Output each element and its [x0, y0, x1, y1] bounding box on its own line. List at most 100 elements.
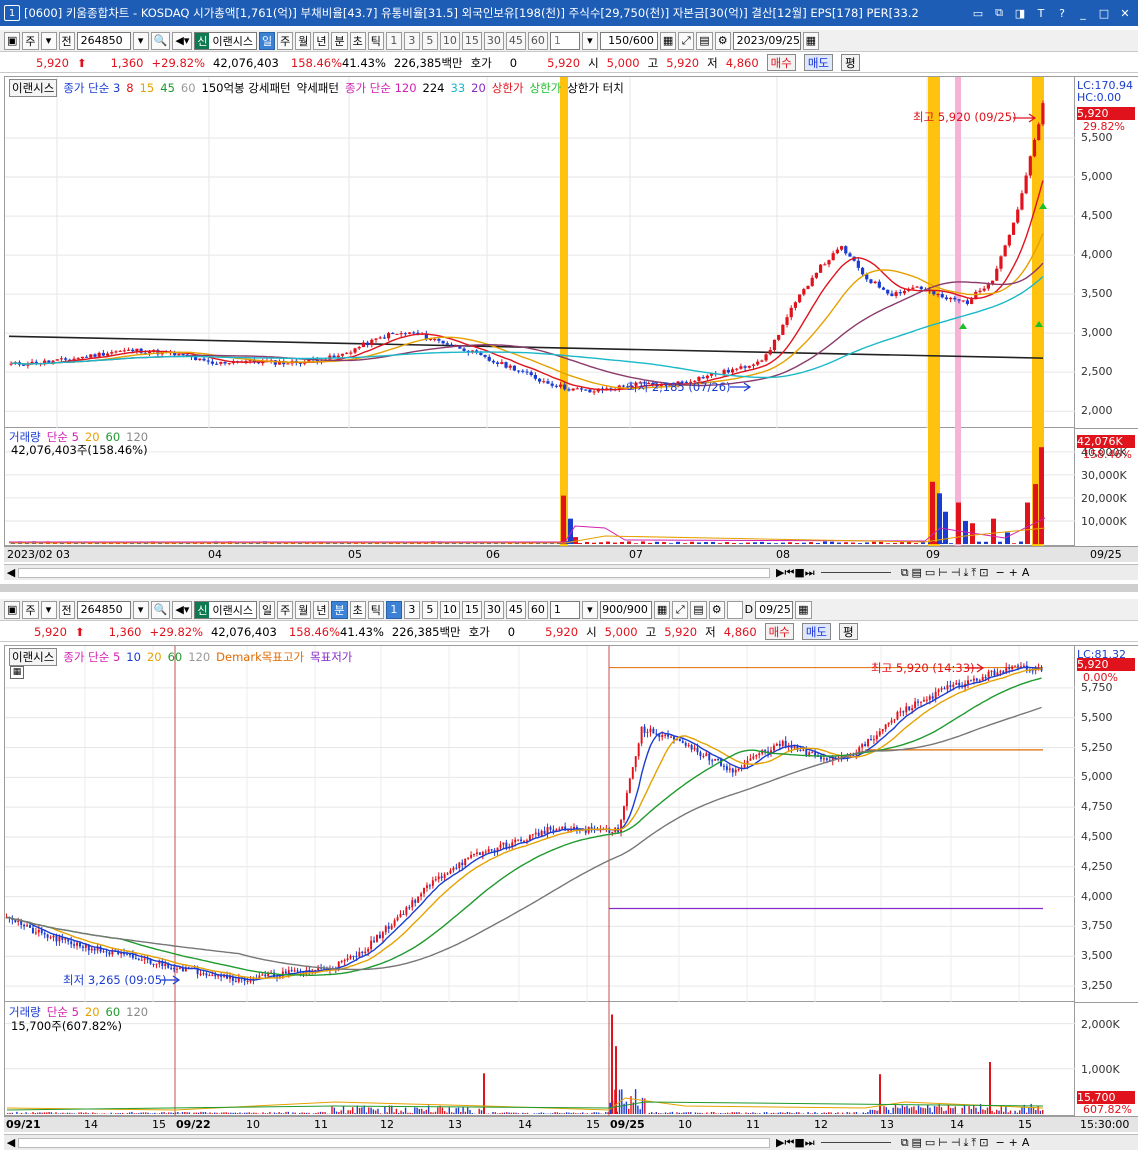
minimize-button[interactable]: _	[1074, 5, 1092, 21]
forward-icon[interactable]: ⏭	[805, 566, 815, 580]
interval-60[interactable]: 60	[527, 31, 548, 50]
gear-icon[interactable]: ⚙	[714, 31, 731, 50]
period-minute[interactable]: 분	[331, 31, 348, 50]
stock-name-field[interactable]: 신 이랜시스	[194, 31, 257, 50]
stop-icon[interactable]: ■	[794, 1136, 804, 1149]
search-icon[interactable]: 🔍	[150, 600, 171, 619]
interval-60[interactable]: 60	[527, 600, 548, 619]
zoom-out-icon[interactable]: −	[995, 1136, 1004, 1149]
draw-icon[interactable]: ⤢	[672, 600, 689, 619]
auto-scale-icon[interactable]: A	[1022, 566, 1030, 579]
period-tick[interactable]: 틱	[367, 600, 384, 619]
date-input[interactable]: 09/25	[755, 600, 794, 619]
interval-3[interactable]: 3	[403, 31, 420, 50]
font-icon[interactable]: T	[1032, 5, 1050, 21]
avg-button[interactable]: 평	[841, 54, 860, 71]
date-checkbox[interactable]	[726, 600, 743, 619]
save-icon[interactable]: ▤	[696, 31, 713, 50]
code-dropdown-icon[interactable]: ▾	[132, 600, 149, 619]
interval-5[interactable]: 5	[421, 600, 438, 619]
code-dropdown-icon[interactable]: ▾	[132, 31, 149, 50]
indicator-icon[interactable]: ▦	[653, 600, 671, 619]
help-icon[interactable]: ?	[1053, 5, 1071, 21]
interval-select[interactable]: 1	[549, 600, 580, 619]
top-volume-plot[interactable]: 거래량 단순 5 20 60 120 42,076,403주(158.46%)	[4, 428, 1076, 546]
top-price-plot[interactable]: 이랜시스 종가 단순 3 8 15 45 60 150억봉 강세패턴 약세패턴 …	[4, 76, 1076, 429]
market-select[interactable]: 주	[22, 600, 39, 619]
legend-stock-name[interactable]: 이랜시스	[9, 79, 58, 97]
close-button[interactable]: ✕	[1116, 5, 1134, 21]
gear-icon[interactable]: ⚙	[708, 600, 725, 619]
calendar-icon[interactable]: ▦	[795, 600, 812, 619]
period-week[interactable]: 주	[277, 31, 294, 50]
interval-select[interactable]: 1	[549, 31, 580, 50]
bottom-price-plot[interactable]: 이랜시스 종가 단순 5 10 20 60 120 Demark목표고가 목표저…	[4, 645, 1076, 1003]
scroll-left-icon[interactable]: ◀	[4, 566, 18, 579]
scroll-right-icon[interactable]: ▶	[776, 566, 784, 579]
indicator-icon[interactable]: ▦	[659, 31, 677, 50]
grid-toggle-icon[interactable]: ▦	[10, 666, 24, 679]
split-icon[interactable]: ◨	[1011, 5, 1029, 21]
dropdown-icon[interactable]: ▾	[40, 600, 57, 619]
buy-button[interactable]: 매수	[766, 54, 796, 71]
bottom-volume-plot[interactable]: 거래량 단순 5 20 60 120 15,700주(607.82%)	[4, 1002, 1076, 1116]
auto-scale-icon[interactable]: A	[1022, 1136, 1030, 1149]
data-count-field[interactable]: 900/900	[599, 600, 652, 619]
scroll-track[interactable]	[18, 567, 770, 578]
sell-button[interactable]: 매도	[801, 623, 831, 640]
interval-10[interactable]: 10	[439, 31, 460, 50]
zoom-in-icon[interactable]: +	[1009, 566, 1018, 579]
buy-button[interactable]: 매수	[764, 623, 794, 640]
top-scrollbar[interactable]: ◀ ▶ ⏮ ■ ⏭ ⧉▤▭⊢⊣⤓⤒⊡ − + A	[4, 564, 1138, 580]
layout-icon[interactable]: ▣	[4, 31, 21, 50]
chart-tools-icons[interactable]: ⧉▤▭⊢⊣⤓⤒⊡	[901, 566, 992, 580]
prev-button[interactable]: 전	[58, 31, 75, 50]
stock-name-field[interactable]: 신 이랜시스	[194, 600, 257, 619]
interval-45[interactable]: 45	[505, 31, 526, 50]
period-week[interactable]: 주	[277, 600, 294, 619]
period-day[interactable]: 일	[258, 31, 276, 50]
interval-5[interactable]: 5	[421, 31, 438, 50]
period-year[interactable]: 년	[313, 31, 330, 50]
interval-30[interactable]: 30	[483, 600, 504, 619]
interval-3[interactable]: 3	[403, 600, 420, 619]
period-year[interactable]: 년	[313, 600, 330, 619]
duplicate-icon[interactable]: ⧉	[990, 5, 1008, 21]
save-icon[interactable]: ▤	[690, 600, 707, 619]
prev-button[interactable]: 전	[58, 600, 75, 619]
search-icon[interactable]: 🔍	[150, 31, 171, 50]
period-month[interactable]: 월	[295, 600, 312, 619]
period-second[interactable]: 초	[349, 31, 366, 50]
stop-icon[interactable]: ■	[794, 566, 804, 579]
draw-icon[interactable]: ⤢	[678, 31, 695, 50]
rewind-icon[interactable]: ⏮	[784, 1136, 794, 1150]
period-tick[interactable]: 틱	[367, 31, 384, 50]
interval-1[interactable]: 1	[385, 600, 402, 619]
interval-1[interactable]: 1	[385, 31, 402, 50]
interval-45[interactable]: 45	[505, 600, 526, 619]
scroll-right-icon[interactable]: ▶	[776, 1136, 784, 1149]
dropdown-icon[interactable]: ▾	[40, 31, 57, 50]
zoom-in-icon[interactable]: +	[1009, 1136, 1018, 1149]
maximize-button[interactable]: □	[1095, 5, 1113, 21]
interval-10[interactable]: 10	[439, 600, 460, 619]
chart-tools-icons[interactable]: ⧉▤▭⊢⊣⤓⤒⊡	[901, 1136, 992, 1150]
interval-dropdown-icon[interactable]: ▾	[581, 31, 598, 50]
zoom-slider[interactable]	[820, 1142, 891, 1143]
interval-dropdown-icon[interactable]: ▾	[581, 600, 598, 619]
date-input[interactable]: 2023/09/25	[732, 31, 801, 50]
stock-code-input[interactable]: 264850	[76, 31, 131, 50]
period-second[interactable]: 초	[349, 600, 366, 619]
restore-icon[interactable]: ▭	[969, 5, 987, 21]
scroll-left-icon[interactable]: ◀	[4, 1136, 18, 1149]
legend-stock-name[interactable]: 이랜시스	[9, 648, 58, 666]
period-day[interactable]: 일	[258, 600, 276, 619]
zoom-slider[interactable]	[820, 572, 891, 573]
zoom-out-icon[interactable]: −	[995, 566, 1004, 579]
market-select[interactable]: 주	[22, 31, 39, 50]
period-month[interactable]: 월	[295, 31, 312, 50]
stock-code-input[interactable]: 264850	[76, 600, 131, 619]
data-count-field[interactable]: 150/600	[599, 31, 658, 50]
sell-button[interactable]: 매도	[803, 54, 833, 71]
interval-15[interactable]: 15	[461, 31, 482, 50]
